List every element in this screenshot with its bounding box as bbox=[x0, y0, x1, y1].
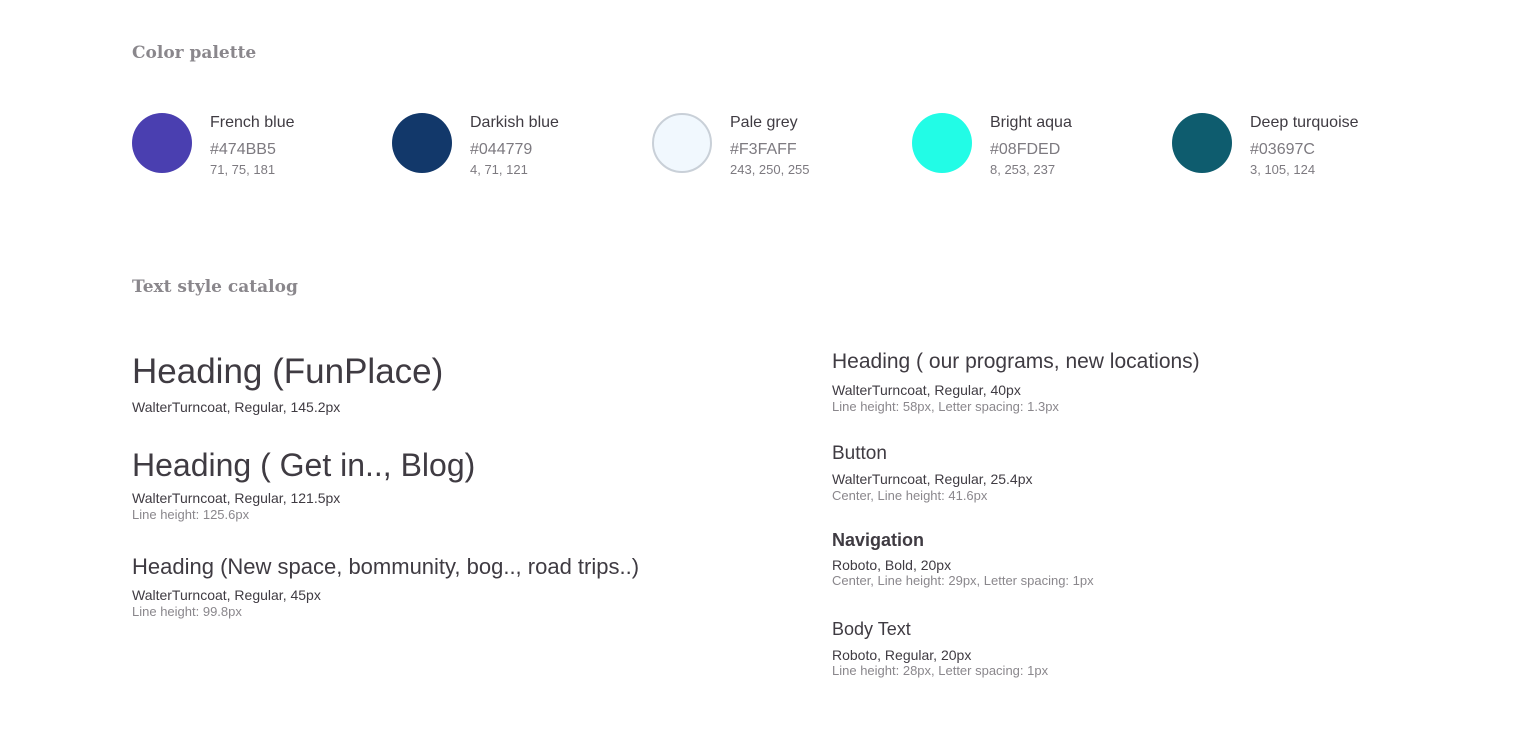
style-sample: Heading (New space, bommunity, bog.., ro… bbox=[132, 554, 640, 579]
color-swatch-french-blue: French blue #474BB5 71, 75, 181 bbox=[132, 113, 382, 183]
style-sample: Body Text bbox=[832, 619, 911, 639]
style-sample: Heading ( Get in.., Blog) bbox=[132, 447, 476, 483]
style-sample: Heading (FunPlace) bbox=[132, 352, 444, 391]
style-note: Line height: 99.8px bbox=[132, 604, 242, 620]
style-sample: Heading ( our programs, new locations) bbox=[832, 350, 1200, 373]
color-swatch-pale-grey: Pale grey #F3FAFF 243, 250, 255 bbox=[652, 113, 902, 183]
color-rgb: 71, 75, 181 bbox=[210, 162, 276, 177]
color-swatch-bright-aqua: Bright aqua #08FDED 8, 253, 237 bbox=[912, 113, 1162, 183]
color-rgb: 8, 253, 237 bbox=[990, 162, 1056, 177]
style-sample: Button bbox=[832, 443, 887, 464]
text-style-heading-get-in-blog: Heading ( Get in.., Blog) WalterTurncoat… bbox=[132, 447, 475, 523]
style-sample: Navigation bbox=[832, 530, 925, 550]
color-name: Deep turquoise bbox=[1250, 114, 1359, 131]
color-rgb: 243, 250, 255 bbox=[730, 162, 810, 177]
style-spec: WalterTurncoat, Regular, 45px bbox=[132, 587, 321, 604]
color-circle bbox=[132, 113, 192, 173]
style-note: Line height: 125.6px bbox=[132, 506, 250, 522]
color-hex: #474BB5 bbox=[210, 141, 276, 158]
color-name: Bright aqua bbox=[990, 114, 1072, 131]
style-spec: WalterTurncoat, Regular, 121.5px bbox=[132, 489, 341, 506]
color-palette-title: Color palette bbox=[132, 43, 257, 63]
color-name: French blue bbox=[210, 114, 295, 131]
text-style-button: Button WalterTurncoat, Regular, 25.4px C… bbox=[832, 443, 1033, 504]
style-note: Line height: 28px, Letter spacing: 1px bbox=[832, 663, 1049, 679]
style-spec: Roboto, Bold, 20px bbox=[832, 556, 952, 573]
text-style-heading-funplace: Heading (FunPlace) WalterTurncoat, Regul… bbox=[132, 352, 443, 416]
color-swatch-darkish-blue: Darkish blue #044779 4, 71, 121 bbox=[392, 113, 642, 183]
style-note: Center, Line height: 29px, Letter spacin… bbox=[832, 573, 1094, 589]
color-hex: #08FDED bbox=[990, 141, 1061, 158]
color-hex: #03697C bbox=[1250, 141, 1315, 158]
color-rgb: 3, 105, 124 bbox=[1250, 162, 1316, 177]
style-note: Center, Line height: 41.6px bbox=[832, 487, 988, 503]
style-spec: WalterTurncoat, Regular, 25.4px bbox=[832, 470, 1033, 487]
color-circle bbox=[392, 113, 452, 173]
color-circle bbox=[652, 113, 712, 173]
text-style-navigation: Navigation Roboto, Bold, 20px Center, Li… bbox=[832, 530, 1094, 590]
color-rgb: 4, 71, 121 bbox=[470, 162, 528, 177]
style-spec: WalterTurncoat, Regular, 145.2px bbox=[132, 399, 341, 416]
color-hex: #044779 bbox=[470, 141, 533, 158]
color-circle bbox=[912, 113, 972, 173]
color-palette: French blue #474BB5 71, 75, 181 Darkish … bbox=[132, 113, 1432, 183]
text-style-heading-new-space: Heading (New space, bommunity, bog.., ro… bbox=[132, 554, 639, 620]
style-note: Line height: 58px, Letter spacing: 1.3px bbox=[832, 398, 1059, 414]
color-swatch-deep-turquoise: Deep turquoise #03697C 3, 105, 124 bbox=[1172, 113, 1422, 183]
style-spec: WalterTurncoat, Regular, 40px bbox=[832, 382, 1021, 399]
text-style-body-text: Body Text Roboto, Regular, 20px Line hei… bbox=[832, 619, 1048, 680]
text-style-heading-our-programs: Heading ( our programs, new locations) W… bbox=[832, 350, 1200, 415]
color-circle bbox=[1172, 113, 1232, 173]
color-hex: #F3FAFF bbox=[730, 141, 797, 158]
text-style-catalog-title: Text style catalog bbox=[132, 277, 298, 297]
color-name: Darkish blue bbox=[470, 114, 559, 131]
style-spec: Roboto, Regular, 20px bbox=[832, 646, 972, 663]
color-name: Pale grey bbox=[730, 114, 798, 131]
